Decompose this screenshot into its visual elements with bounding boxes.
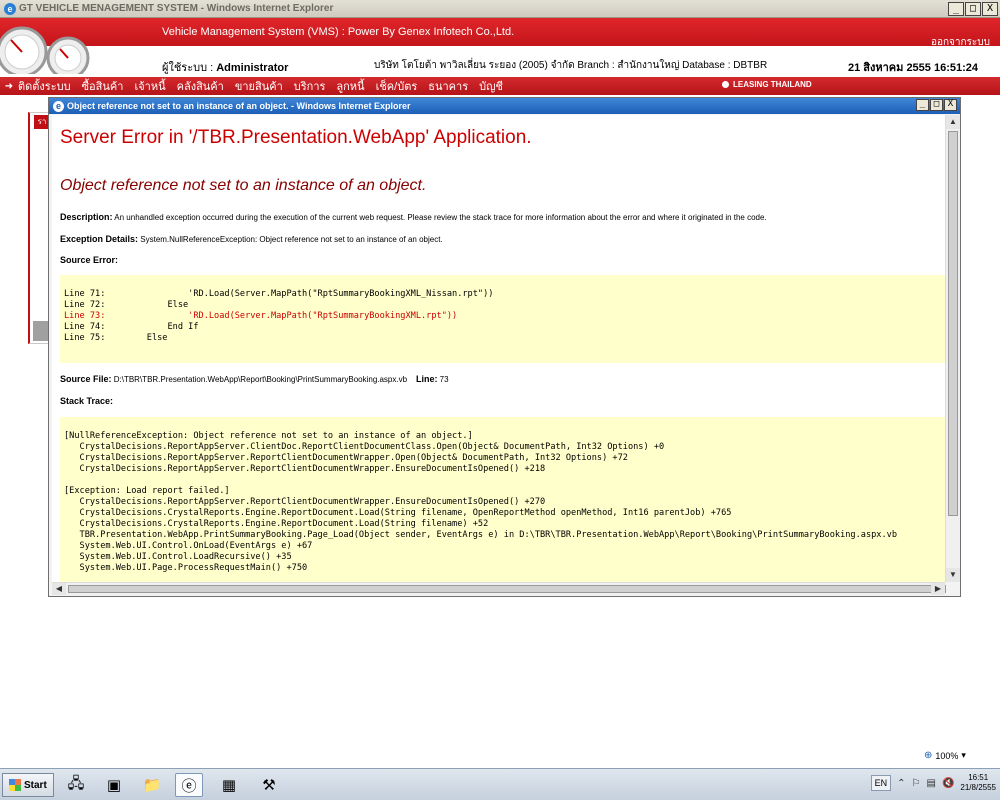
start-button[interactable]: Start bbox=[2, 773, 54, 797]
toolbox-icon[interactable]: ⚒ bbox=[255, 773, 283, 797]
nav-item-inventory[interactable]: คลังสินค้า bbox=[177, 77, 224, 95]
leasing-dot-icon bbox=[722, 81, 729, 88]
close-button[interactable]: X bbox=[982, 2, 998, 16]
nav-item-bank[interactable]: ธนาคาร bbox=[428, 77, 468, 95]
error-page: Server Error in '/TBR.Presentation.WebAp… bbox=[52, 115, 945, 582]
nav-item-cheque-card[interactable]: เช็ค/บัตร bbox=[376, 77, 418, 95]
source-code: Line 71: 'RD.Load(Server.MapPath("RptSum… bbox=[64, 289, 945, 344]
internet-explorer-icon[interactable]: ⓔ bbox=[175, 773, 203, 797]
error-heading: Server Error in '/TBR.Presentation.WebAp… bbox=[60, 127, 532, 148]
scroll-up-icon[interactable]: ▲ bbox=[946, 115, 960, 129]
show-hidden-icons-icon[interactable]: ⌃ bbox=[897, 778, 905, 789]
nav-item-payable[interactable]: เจ้าหนี้ bbox=[134, 77, 165, 95]
clock-date: 21/8/2555 bbox=[960, 783, 996, 792]
browser-title-bar: e GT VEHICLE MENAGEMENT SYSTEM - Windows… bbox=[0, 0, 1000, 18]
windows-logo-icon bbox=[9, 779, 21, 791]
clock[interactable]: 16:51 21/8/2555 bbox=[960, 773, 996, 793]
logout-link[interactable]: ออกจากระบบ bbox=[931, 35, 990, 50]
user-label: ผู้ใช้ระบบ : bbox=[162, 62, 217, 74]
source-line-error: Line 73: 'RD.Load(Server.MapPath("RptSum… bbox=[64, 311, 458, 321]
stack-trace-text: [NullReferenceException: Object referenc… bbox=[64, 431, 897, 573]
language-indicator[interactable]: EN bbox=[870, 775, 892, 791]
leasing-badge[interactable]: LEASING THAILAND bbox=[722, 80, 812, 89]
source-error-box: Line 71: 'RD.Load(Server.MapPath("RptSum… bbox=[60, 275, 945, 363]
popup-title: Object reference not set to an instance … bbox=[67, 101, 411, 111]
zoom-level: 100% bbox=[935, 750, 959, 761]
panel-scroll-thumb[interactable] bbox=[33, 321, 49, 341]
ie-icon: e bbox=[53, 100, 64, 112]
description-label: Description: bbox=[60, 212, 113, 222]
popup-close-button[interactable]: X bbox=[944, 99, 957, 111]
nav-item-service[interactable]: บริการ bbox=[294, 77, 326, 95]
app-title: Vehicle Management System (VMS) : Power … bbox=[162, 26, 515, 38]
hscroll-thumb[interactable] bbox=[68, 585, 946, 593]
nav-item-accounting[interactable]: บัญชี bbox=[479, 77, 503, 95]
source-file-path: D:\TBR\TBR.Presentation.WebApp\Report\Bo… bbox=[111, 375, 408, 384]
exception-details: Exception Details: System.NullReferenceE… bbox=[60, 234, 443, 244]
scroll-thumb[interactable] bbox=[948, 131, 958, 516]
popup-vertical-scrollbar[interactable]: ▲ ▼ bbox=[945, 115, 960, 582]
scroll-left-icon[interactable]: ◀ bbox=[52, 583, 66, 595]
popup-maximize-button[interactable]: □ bbox=[930, 99, 943, 111]
folder-icon[interactable]: 📁 bbox=[138, 773, 166, 797]
description: Description: An unhandled exception occu… bbox=[60, 212, 767, 222]
window-title: GT VEHICLE MENAGEMENT SYSTEM - Windows I… bbox=[19, 3, 334, 14]
zoom-icon: ⊕ bbox=[924, 750, 933, 761]
nav-item-sales[interactable]: ขายสินค้า bbox=[235, 77, 283, 95]
line-label: Line: bbox=[415, 374, 438, 384]
source-line: Line 71: 'RD.Load(Server.MapPath("RptSum… bbox=[64, 289, 494, 299]
source-error-heading: Source Error: bbox=[60, 255, 119, 265]
stack-trace-box: [NullReferenceException: Object referenc… bbox=[60, 417, 945, 582]
branch-info: บริษัท โตโยต้า พาวิลเลี่ยน ระยอง (2005) … bbox=[374, 60, 768, 71]
arrow-right-icon: ➜ bbox=[4, 80, 14, 92]
start-label: Start bbox=[24, 779, 47, 791]
stack-trace-heading: Stack Trace: bbox=[60, 396, 114, 406]
popup-window-controls: _ □ X bbox=[916, 99, 957, 111]
popup-horizontal-scrollbar[interactable]: ◀ ▶ bbox=[52, 582, 946, 595]
stack-trace-label: Stack Trace: bbox=[60, 396, 113, 406]
powershell-icon[interactable]: ▣ bbox=[100, 773, 128, 797]
error-popup-window: e Object reference not set to an instanc… bbox=[48, 97, 961, 597]
app-header: Vehicle Management System (VMS) : Power … bbox=[0, 18, 1000, 74]
computer-icon[interactable]: 🖧 bbox=[62, 773, 90, 797]
main-nav: ➜ ติดตั้งระบบ ซื้อสินค้า เจ้าหนี้ คลังสิ… bbox=[0, 77, 1000, 95]
exception-text: System.NullReferenceException: Object re… bbox=[138, 235, 443, 244]
source-file-label: Source File: bbox=[60, 374, 112, 384]
popup-minimize-button[interactable]: _ bbox=[916, 99, 929, 111]
network-icon[interactable]: ▤ bbox=[927, 778, 936, 789]
zoom-control[interactable]: ⊕ 100% ▾ bbox=[924, 750, 966, 761]
user-name: Administrator bbox=[216, 62, 289, 74]
nav-item-receivable[interactable]: ลูกหนี้ bbox=[336, 77, 364, 95]
leasing-label: LEASING THAILAND bbox=[733, 80, 812, 89]
speedometer-logo-icon bbox=[0, 26, 90, 74]
window-controls: _ □ X bbox=[948, 2, 998, 16]
clock-time: 16:51 bbox=[968, 773, 989, 782]
nav-item-setup[interactable]: ติดตั้งระบบ bbox=[18, 77, 71, 95]
popup-title-bar: e Object reference not set to an instanc… bbox=[49, 98, 960, 114]
error-subheading: Object reference not set to an instance … bbox=[60, 177, 427, 194]
source-error-label: Source Error: bbox=[60, 255, 118, 265]
header-datetime: 21 สิงหาคม 2555 16:51:24 bbox=[847, 62, 978, 74]
source-line: Line 72: Else bbox=[64, 300, 189, 310]
chevron-down-icon: ▾ bbox=[961, 750, 966, 760]
line-number: 73 bbox=[437, 375, 449, 384]
minimize-button[interactable]: _ bbox=[948, 2, 964, 16]
remote-desktop-icon[interactable]: ▦ bbox=[215, 773, 243, 797]
volume-icon[interactable]: 🔇 bbox=[942, 778, 954, 789]
scroll-down-icon[interactable]: ▼ bbox=[946, 568, 960, 582]
taskbar: Start 🖧 ▣ 📁 ⓔ ▦ ⚒ EN ⌃ ⚐ ▤ 🔇 16:51 21/8/… bbox=[0, 768, 1000, 800]
source-file: Source File: D:\TBR\TBR.Presentation.Web… bbox=[60, 374, 449, 384]
ie-icon: e bbox=[4, 2, 16, 15]
source-line: Line 75: Else bbox=[64, 333, 168, 343]
nav-item-purchase[interactable]: ซื้อสินค้า bbox=[82, 77, 124, 95]
source-line: Line 74: End If bbox=[64, 322, 199, 332]
description-text: An unhandled exception occurred during t… bbox=[112, 213, 767, 222]
scroll-right-icon[interactable]: ▶ bbox=[931, 583, 945, 595]
action-center-flag-icon[interactable]: ⚐ bbox=[912, 778, 921, 789]
exception-label: Exception Details: bbox=[60, 234, 139, 244]
current-user: ผู้ใช้ระบบ : Administrator bbox=[162, 58, 288, 76]
maximize-button[interactable]: □ bbox=[965, 2, 981, 16]
system-tray: EN ⌃ ⚐ ▤ 🔇 16:51 21/8/2555 bbox=[870, 773, 1000, 793]
